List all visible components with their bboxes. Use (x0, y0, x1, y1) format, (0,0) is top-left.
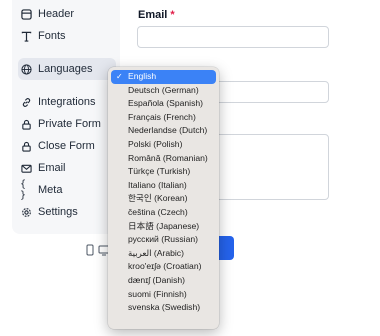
language-option[interactable]: Italiano (Italian) (111, 179, 216, 193)
sidebar-item-private-form[interactable]: Private Form (20, 113, 101, 135)
sidebar-item-header[interactable]: Header (20, 3, 74, 25)
gear-icon (20, 206, 32, 218)
language-option[interactable]: العربية (Arabic) (111, 247, 216, 261)
language-option[interactable]: Española (Spanish) (111, 97, 216, 111)
language-option[interactable]: čeština (Czech) (111, 206, 216, 220)
language-option[interactable]: ✓ English (111, 70, 216, 84)
layout-icon (20, 8, 32, 20)
sidebar-item-meta[interactable]: { } Meta (20, 179, 62, 201)
sidebar-item-label: Close Form (38, 140, 95, 152)
email-label-text: Email (138, 9, 168, 21)
sidebar-item-email[interactable]: Email (20, 157, 66, 179)
sidebar-item-label: Integrations (38, 96, 96, 108)
language-option[interactable]: kroo'eɪʃə (Croatian) (111, 260, 216, 274)
language-dropdown[interactable]: ✓ English Deutsch (German) Española (Span… (108, 67, 219, 329)
language-option[interactable]: svenska (Swedish) (111, 301, 216, 315)
sidebar-item-label: Meta (38, 184, 63, 196)
sidebar-item-languages[interactable]: Languages (18, 58, 116, 80)
sidebar: Header Fonts Languages Integrations Priv… (12, 0, 120, 234)
checkmark-icon: ✓ (116, 72, 123, 81)
link-icon (20, 96, 32, 108)
mobile-icon[interactable] (84, 243, 96, 257)
email-field-label: Email * (138, 9, 175, 21)
sidebar-item-fonts[interactable]: Fonts (20, 25, 66, 47)
language-option[interactable]: Română (Romanian) (111, 152, 216, 166)
language-option[interactable]: Polski (Polish) (111, 138, 216, 152)
mail-icon (20, 162, 32, 174)
globe-icon (20, 63, 32, 75)
sidebar-item-label: Settings (38, 206, 78, 218)
sidebar-item-settings[interactable]: Settings (20, 201, 78, 223)
language-option[interactable]: 한국인 (Korean) (111, 192, 216, 206)
language-option[interactable]: Türkçe (Turkish) (111, 165, 216, 179)
lock-icon (20, 118, 32, 130)
lock-icon (20, 140, 32, 152)
braces-icon: { } (20, 179, 27, 201)
language-option[interactable]: dænɪʃ (Danish) (111, 274, 216, 288)
sidebar-item-label: Header (38, 8, 75, 20)
type-icon (20, 30, 32, 42)
language-option[interactable]: 日本語 (Japanese) (111, 220, 216, 234)
sidebar-item-close-form[interactable]: Close Form (20, 135, 95, 157)
sidebar-item-label: Languages (38, 63, 93, 75)
sidebar-item-label: Email (38, 162, 66, 174)
email-field[interactable] (137, 26, 329, 48)
required-mark: * (170, 9, 175, 21)
language-option[interactable]: suomi (Finnish) (111, 288, 216, 302)
language-option[interactable]: Deutsch (German) (111, 84, 216, 98)
language-option[interactable]: Français (French) (111, 111, 216, 125)
sidebar-item-integrations[interactable]: Integrations (20, 91, 95, 113)
language-option[interactable]: русский (Russian) (111, 233, 216, 247)
sidebar-item-label: Fonts (38, 30, 66, 42)
language-option[interactable]: Nederlandse (Dutch) (111, 124, 216, 138)
sidebar-item-label: Private Form (38, 118, 101, 130)
